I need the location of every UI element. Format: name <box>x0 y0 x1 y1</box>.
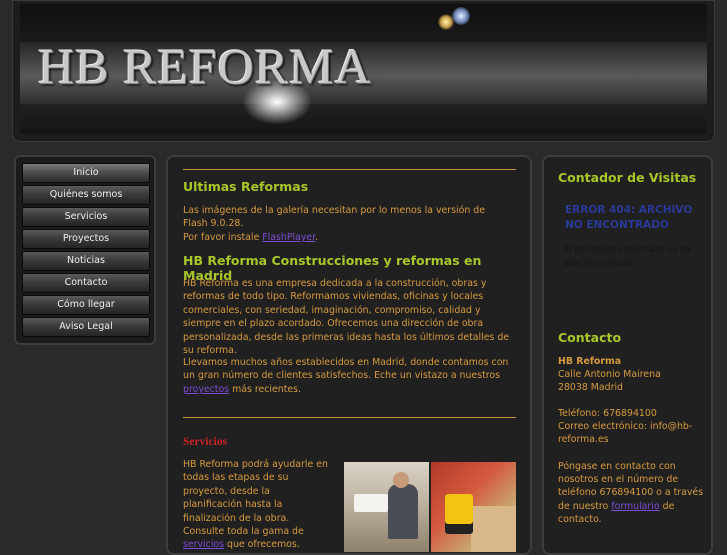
counter-error-text: El documento solicitado no ha sido encon… <box>564 244 691 268</box>
flash-install-suffix: . <box>315 231 319 243</box>
company-name: HB Reforma <box>558 356 622 367</box>
clients-paragraph: Llevamos muchos años establecidos en Mad… <box>183 356 518 396</box>
nav-item-inicio[interactable]: Inicio <box>22 163 150 183</box>
email-line: Correo electrónico: info@hb-reforma.es <box>558 421 693 446</box>
services-paragraph: HB Reforma podrá ayudarle en todas las e… <box>183 458 331 552</box>
address-line-2: 28038 Madrid <box>558 382 623 394</box>
nav-item-servicios[interactable]: Servicios <box>22 207 150 227</box>
clients-suffix: más recientes. <box>229 383 302 395</box>
contact-address: HB Reforma Calle Antonio Mairena 28038 M… <box>558 355 706 395</box>
drill-photo <box>431 462 516 552</box>
sink-shape <box>354 494 388 512</box>
visit-counter-heading: Contador de Visitas <box>558 170 697 185</box>
contact-heading: Contacto <box>558 330 622 345</box>
phone-line: Teléfono: 676894100 <box>558 408 657 419</box>
nav-item-aviso-legal[interactable]: Aviso Legal <box>22 317 150 337</box>
gallery-heading: Ultimas Reformas <box>183 179 309 194</box>
flashplayer-link[interactable]: FlashPlayer <box>262 232 315 243</box>
services-heading: Servicios <box>183 436 228 448</box>
right-sidebar: Contador de Visitas ERROR 404: ARCHIVO N… <box>542 155 713 555</box>
services-photos <box>344 462 516 552</box>
site-logo-title: HB REFORMA <box>38 38 372 94</box>
nav-item-proyectos[interactable]: Proyectos <box>22 229 150 249</box>
contact-form-link[interactable]: formulario <box>611 501 659 512</box>
clients-text: Llevamos muchos años establecidos en Mad… <box>183 357 509 382</box>
flash-notice: Las imágenes de la galería necesitan por… <box>183 204 508 244</box>
header-banner: HB REFORMA <box>20 4 707 134</box>
nav-item-noticias[interactable]: Noticias <box>22 251 150 271</box>
flash-notice-text: Las imágenes de la galería necesitan por… <box>183 205 486 230</box>
plumber-photo <box>344 462 429 552</box>
address-line-1: Calle Antonio Mairena <box>558 369 661 381</box>
main-navigation: Inicio Quiénes somos Servicios Proyectos… <box>14 155 156 345</box>
contact-details: Teléfono: 676894100 Correo electrónico: … <box>558 407 706 447</box>
contact-paragraph: Póngase en contacto con nosotros en el n… <box>558 460 706 526</box>
divider <box>183 169 516 170</box>
flash-install-text: Por favor instale <box>183 231 263 243</box>
nav-item-quienes-somos[interactable]: Quiénes somos <box>22 185 150 205</box>
nav-item-contacto[interactable]: Contacto <box>22 273 150 293</box>
banner-light-orb <box>452 7 470 25</box>
services-text: HB Reforma podrá ayudarle en todas las e… <box>183 459 328 538</box>
divider <box>183 417 516 418</box>
drill-shape <box>445 494 473 534</box>
intro-paragraph: HB Reforma es una empresa dedicada a la … <box>183 278 510 357</box>
worker-head-shape <box>393 472 409 488</box>
main-content: Ultimas Reformas Las imágenes de la gale… <box>166 155 532 555</box>
counter-error-title: ERROR 404: ARCHIVO NO ENCONTRADO <box>565 204 693 231</box>
worker-shape <box>388 484 418 539</box>
nav-item-como-llegar[interactable]: Cómo llegar <box>22 295 150 315</box>
projects-link[interactable]: proyectos <box>183 384 229 395</box>
wood-board-shape <box>471 506 516 552</box>
